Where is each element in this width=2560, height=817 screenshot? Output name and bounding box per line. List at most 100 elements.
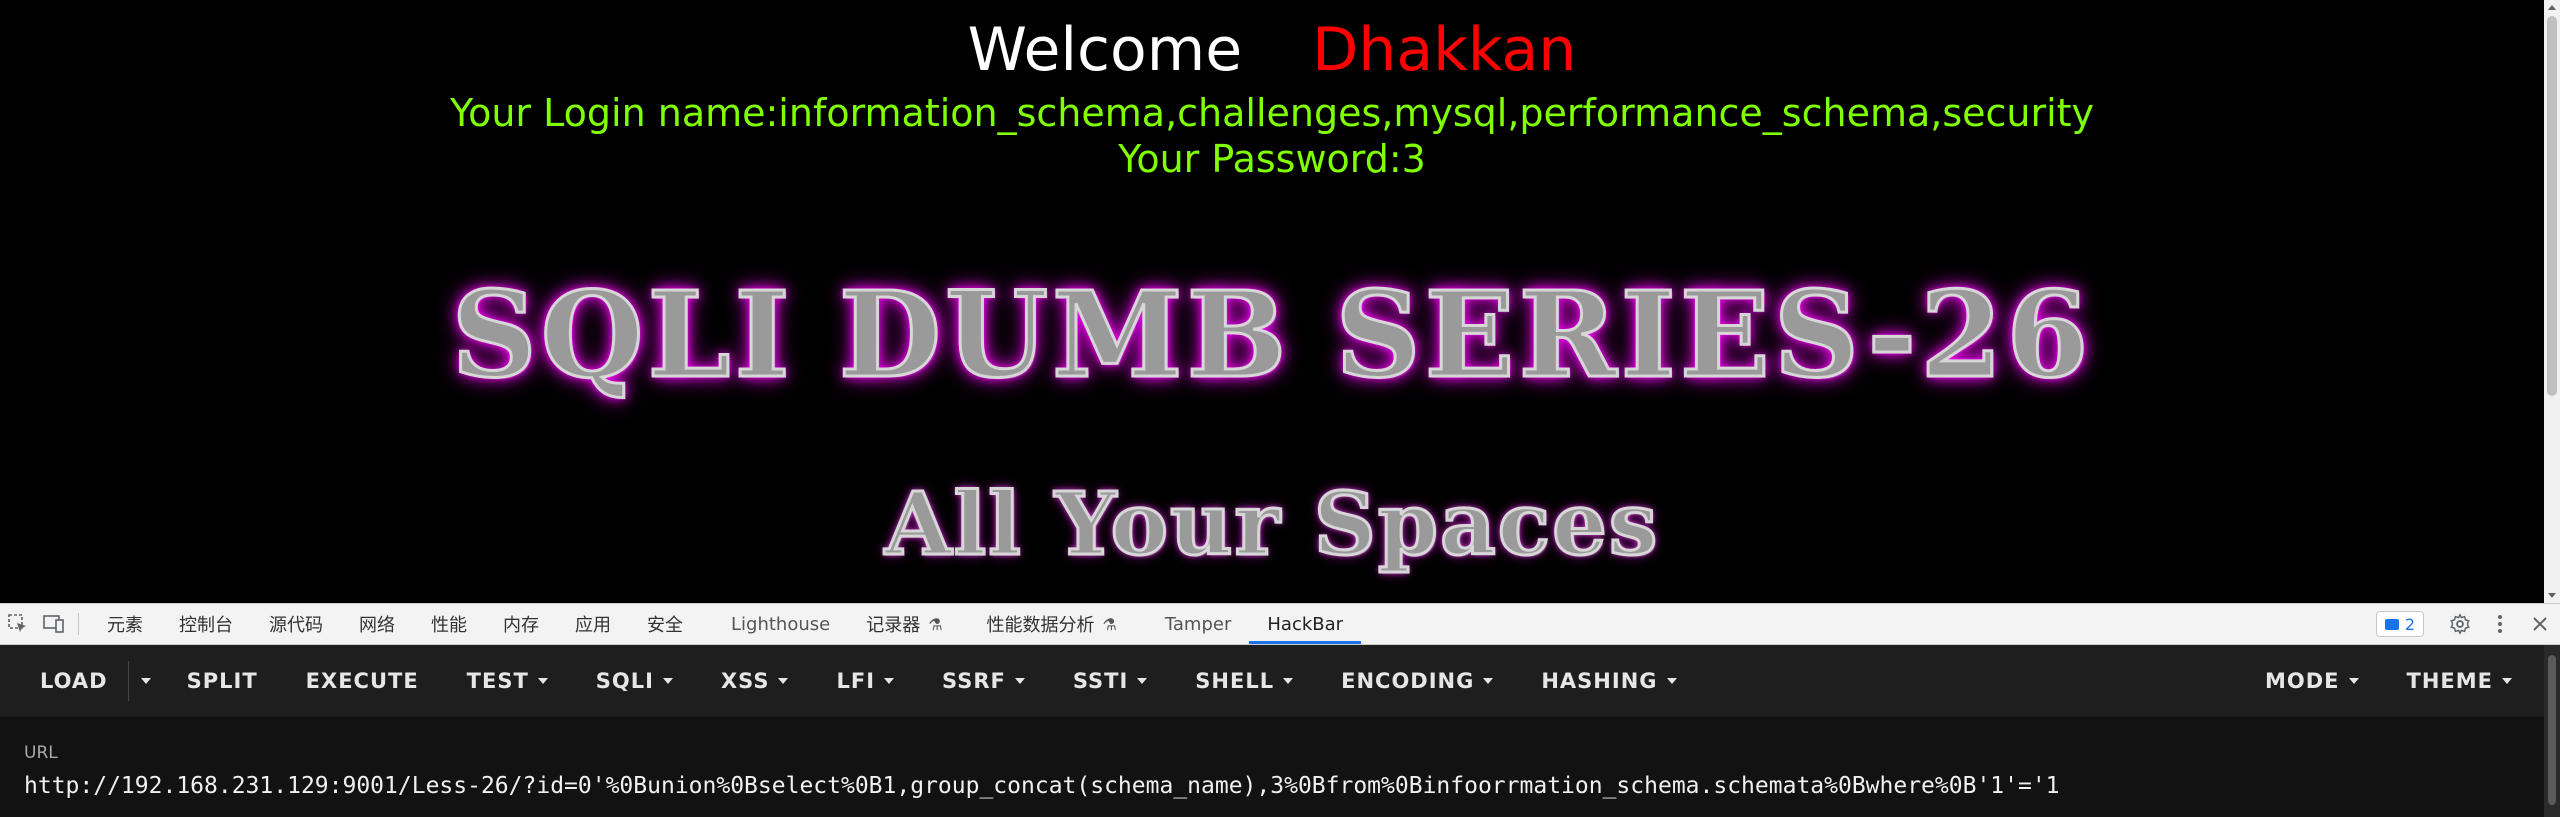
- tabbar-right-controls: 2: [2375, 604, 2560, 644]
- issues-count: 2: [2404, 614, 2415, 634]
- tab-label: 记录器: [866, 615, 921, 636]
- chevron-down-icon: [1283, 678, 1294, 684]
- tab-network[interactable]: 网络: [341, 604, 413, 644]
- username-label: Dhakkan: [1312, 15, 1577, 85]
- tab-elements[interactable]: 元素: [89, 604, 161, 644]
- series-banner-title: SQLI DUMB SERIES-26: [450, 264, 2093, 406]
- experiment-flask-icon: ⚗: [928, 614, 943, 634]
- tab-label: Lighthouse: [731, 613, 831, 635]
- series-banner-subtitle: All Your Spaces: [883, 473, 1660, 577]
- tab-tamper[interactable]: Tamper: [1135, 604, 1249, 644]
- ssrf-menu-button[interactable]: SSRF: [918, 645, 1049, 717]
- execute-button[interactable]: EXECUTE: [282, 645, 443, 717]
- theme-label: THEME: [2406, 669, 2493, 693]
- tab-console[interactable]: 控制台: [161, 604, 251, 644]
- hackbar-scrollbar[interactable]: [2544, 645, 2560, 817]
- hackbar-toolbar: LOAD SPLIT EXECUTE TEST SQLI XSS LFI SSR…: [0, 645, 2560, 717]
- inspect-element-icon[interactable]: [0, 604, 36, 644]
- experiment-flask-icon: ⚗: [1102, 614, 1117, 634]
- chevron-down-icon: [778, 678, 789, 684]
- chevron-down-icon: [2348, 678, 2359, 684]
- split-label: SPLIT: [186, 669, 258, 693]
- message-bubble-icon: [2384, 618, 2399, 630]
- tab-application[interactable]: 应用: [557, 604, 629, 644]
- tab-label: 性能: [431, 615, 467, 636]
- devtools-tabbar: 元素 控制台 源代码 网络 性能 内存 应用 安全 Lighthouse 记录器…: [0, 603, 2560, 645]
- page-scrollbar[interactable]: [2544, 0, 2560, 603]
- mode-menu-button[interactable]: MODE: [2241, 645, 2383, 717]
- tab-lighthouse[interactable]: Lighthouse: [701, 604, 848, 644]
- encoding-menu-button[interactable]: ENCODING: [1317, 645, 1517, 717]
- close-devtools-icon[interactable]: [2520, 604, 2560, 644]
- tab-label: 元素: [107, 615, 143, 636]
- hashing-menu-button[interactable]: HASHING: [1517, 645, 1700, 717]
- hackbar-right-controls: MODE THEME: [2241, 645, 2560, 717]
- tab-recorder[interactable]: 记录器 ⚗: [848, 604, 960, 644]
- sqli-label: SQLI: [595, 669, 654, 693]
- lfi-label: LFI: [836, 669, 876, 693]
- ssrf-label: SSRF: [942, 669, 1006, 693]
- tab-sources[interactable]: 源代码: [251, 604, 341, 644]
- issues-badge[interactable]: 2: [2375, 611, 2424, 637]
- test-label: TEST: [466, 669, 529, 693]
- chevron-down-icon: [1137, 678, 1148, 684]
- chevron-down-icon: [1483, 678, 1494, 684]
- url-field-label: URL: [24, 743, 58, 763]
- tab-label: 性能数据分析: [986, 615, 1095, 636]
- load-button[interactable]: LOAD: [16, 645, 128, 717]
- load-button-group: LOAD: [16, 645, 163, 717]
- load-label: LOAD: [40, 669, 108, 693]
- chevron-down-icon: [537, 678, 548, 684]
- mode-label: MODE: [2264, 669, 2340, 693]
- settings-gear-icon[interactable]: [2440, 604, 2480, 644]
- load-options-dropdown[interactable]: [127, 661, 163, 701]
- hackbar-url-panel: URL http://192.168.231.129:9001/Less-26/…: [0, 717, 2560, 817]
- shell-menu-button[interactable]: SHELL: [1171, 645, 1317, 717]
- url-input[interactable]: http://192.168.231.129:9001/Less-26/?id=…: [24, 773, 2524, 807]
- test-menu-button[interactable]: TEST: [443, 645, 572, 717]
- device-toolbar-icon[interactable]: [36, 604, 72, 644]
- welcome-heading: Welcome Dhakkan: [0, 10, 2544, 90]
- chevron-down-icon: [2502, 678, 2512, 684]
- chevron-down-icon: [1666, 678, 1677, 684]
- theme-menu-button[interactable]: THEME: [2383, 645, 2537, 717]
- tab-label: 网络: [359, 615, 395, 636]
- tab-label: 应用: [575, 615, 611, 636]
- tab-hackbar[interactable]: HackBar: [1249, 604, 1362, 644]
- encoding-label: ENCODING: [1341, 669, 1475, 693]
- page-viewport: Welcome Dhakkan Your Login name:informati…: [0, 0, 2560, 603]
- tab-label: HackBar: [1267, 613, 1344, 635]
- scrollbar-thumb[interactable]: [2548, 655, 2556, 805]
- ssti-menu-button[interactable]: SSTI: [1049, 645, 1171, 717]
- tab-memory[interactable]: 内存: [485, 604, 557, 644]
- tab-label: 安全: [647, 615, 683, 636]
- hashing-label: HASHING: [1541, 669, 1658, 693]
- xss-label: XSS: [720, 669, 770, 693]
- chevron-down-icon: [140, 678, 151, 684]
- chevron-down-icon: [884, 678, 895, 684]
- sqli-menu-button[interactable]: SQLI: [572, 645, 697, 717]
- tab-performance[interactable]: 性能: [413, 604, 485, 644]
- tab-label: 内存: [503, 615, 539, 636]
- tab-security[interactable]: 安全: [629, 604, 701, 644]
- password-text: Your Password:3: [1118, 137, 1426, 181]
- welcome-label: Welcome: [967, 15, 1243, 85]
- shell-label: SHELL: [1195, 669, 1275, 693]
- execute-label: EXECUTE: [305, 669, 419, 693]
- tab-label: Tamper: [1164, 613, 1232, 635]
- chevron-down-icon: [1014, 678, 1025, 684]
- lfi-menu-button[interactable]: LFI: [812, 645, 918, 717]
- scroll-up-arrow-icon[interactable]: [2548, 5, 2556, 10]
- scrollbar-thumb[interactable]: [2547, 16, 2557, 396]
- tab-label: 控制台: [179, 615, 233, 636]
- split-button[interactable]: SPLIT: [163, 645, 282, 717]
- tabbar-divider: [78, 613, 79, 635]
- tab-label: 源代码: [269, 615, 323, 636]
- scroll-down-arrow-icon[interactable]: [2548, 593, 2556, 598]
- xss-menu-button[interactable]: XSS: [697, 645, 813, 717]
- tab-performance-insights[interactable]: 性能数据分析 ⚗: [961, 604, 1135, 644]
- ssti-label: SSTI: [1072, 669, 1129, 693]
- more-options-icon[interactable]: [2480, 604, 2520, 644]
- login-name-text: Your Login name:information_schema,chall…: [449, 91, 2095, 135]
- chevron-down-icon: [662, 678, 673, 684]
